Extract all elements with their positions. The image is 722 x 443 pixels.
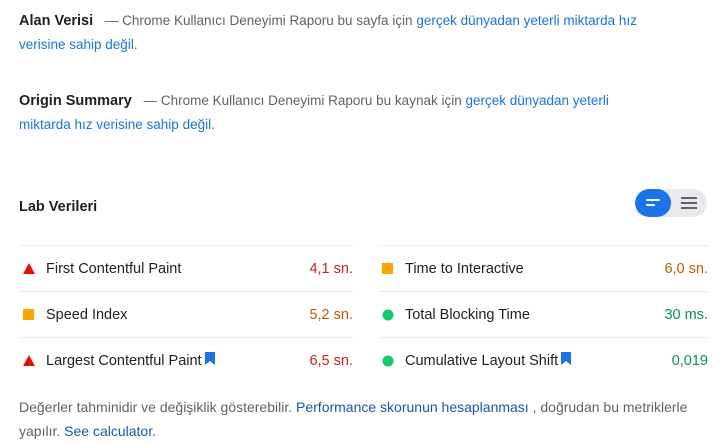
list-view-button[interactable]	[635, 189, 671, 217]
field-data-suffix: .	[133, 37, 138, 52]
metric-value: 5,2 sn.	[309, 306, 353, 323]
metric-time-to-interactive: Time to Interactive 6,0 sn.	[378, 245, 708, 291]
see-calculator-link[interactable]: See calculator.	[64, 423, 156, 439]
metric-first-contentful-paint: First Contentful Paint 4,1 sn.	[19, 245, 353, 291]
square-icon	[382, 263, 400, 274]
performance-score-link[interactable]: Performance skorunun hesaplanması	[296, 399, 529, 415]
list-icon	[646, 199, 660, 206]
metric-value: 6,0 sn.	[664, 260, 708, 277]
square-icon	[23, 309, 41, 320]
metric-speed-index: Speed Index 5,2 sn.	[19, 291, 353, 337]
metrics-grid: First Contentful Paint 4,1 sn. Speed Ind…	[19, 245, 709, 383]
paragraph-icon	[681, 197, 697, 209]
metrics-footer-note: Değerler tahminidir ve değişiklik göster…	[19, 395, 699, 443]
metric-total-blocking-time: Total Blocking Time 30 ms.	[378, 291, 708, 337]
field-data-description: — Chrome Kullanıcı Deneyimi Raporu bu sa…	[104, 13, 413, 28]
metric-label: Speed Index	[46, 306, 128, 323]
metric-label: Total Blocking Time	[405, 306, 530, 323]
lab-data-title: Lab Verileri	[19, 199, 98, 215]
metric-cumulative-layout-shift: Cumulative Layout Shift 0,019	[378, 337, 708, 383]
metric-value: 4,1 sn.	[309, 260, 353, 277]
metric-label: Largest Contentful Paint	[46, 352, 202, 369]
circle-icon	[382, 309, 400, 321]
metric-value: 30 ms.	[664, 306, 708, 323]
origin-summary-title: Origin Summary	[19, 93, 132, 109]
bookmark-icon[interactable]	[204, 352, 215, 369]
bookmark-icon[interactable]	[561, 352, 572, 369]
origin-summary-section: Origin Summary — Chrome Kullanıcı Deneyi…	[19, 89, 659, 137]
circle-icon	[382, 355, 400, 367]
paragraph-view-button[interactable]	[671, 189, 707, 217]
footer-text: Değerler tahminidir ve değişiklik göster…	[19, 399, 293, 415]
origin-summary-description: — Chrome Kullanıcı Deneyimi Raporu bu ka…	[143, 93, 462, 108]
triangle-icon	[23, 263, 41, 274]
triangle-icon	[23, 355, 41, 366]
field-data-title: Alan Verisi	[19, 13, 94, 29]
metric-label: Cumulative Layout Shift	[405, 352, 559, 369]
metric-label: First Contentful Paint	[46, 260, 182, 277]
metric-view-toggle[interactable]	[635, 189, 707, 217]
metric-value: 0,019	[671, 352, 708, 369]
field-data-section: Alan Verisi — Chrome Kullanıcı Deneyimi …	[19, 9, 659, 57]
metric-label: Time to Interactive	[405, 260, 524, 277]
metric-value: 6,5 sn.	[309, 352, 353, 369]
origin-summary-suffix: .	[211, 117, 215, 132]
metric-largest-contentful-paint: Largest Contentful Paint 6,5 sn.	[19, 337, 353, 383]
